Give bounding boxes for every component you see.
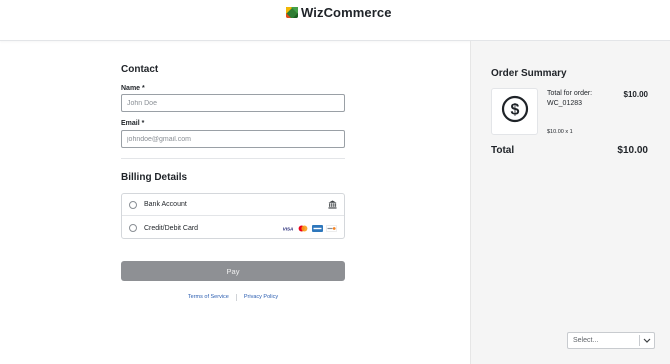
bank-icon xyxy=(328,196,337,214)
chevron-down-icon[interactable] xyxy=(640,333,654,348)
terms-of-service-link[interactable]: Terms of Service xyxy=(188,294,229,300)
name-input[interactable] xyxy=(121,94,345,112)
card-radio[interactable] xyxy=(129,224,137,232)
email-input[interactable] xyxy=(121,130,345,148)
order-item-price: $10.00 xyxy=(623,90,648,99)
total-label: Total xyxy=(491,145,515,156)
payment-option-card[interactable]: Credit/Debit Card VISA xyxy=(122,217,344,239)
billing-title: Billing Details xyxy=(121,172,188,183)
name-label: Name * xyxy=(121,85,145,92)
dollar-icon: $ xyxy=(501,95,529,128)
order-item-name-line2: WC_01283 xyxy=(547,100,583,107)
required-marker: * xyxy=(142,85,145,92)
footer-links: Terms of Service Privacy Policy xyxy=(121,293,345,301)
link-separator xyxy=(235,293,237,301)
bank-account-radio[interactable] xyxy=(129,200,137,209)
contact-title: Contact xyxy=(121,64,159,75)
order-item-quantity: $10.00 x 1 xyxy=(547,129,573,135)
visa-icon: VISA xyxy=(282,219,294,237)
order-item-image: $ xyxy=(491,88,538,135)
bank-account-label: Bank Account xyxy=(144,201,187,208)
card-label: Credit/Debit Card xyxy=(144,224,199,232)
mastercard-icon xyxy=(297,219,309,237)
name-label-text: Name xyxy=(121,85,141,92)
language-select-value: Select... xyxy=(573,337,599,344)
svg-text:VISA: VISA xyxy=(283,226,294,231)
total-value: $10.00 xyxy=(617,145,648,156)
order-summary-title: Order Summary xyxy=(491,68,567,79)
email-label-text: Email xyxy=(121,120,140,127)
email-label: Email * xyxy=(121,120,144,127)
pay-button[interactable]: Pay xyxy=(121,261,345,281)
discover-icon xyxy=(326,219,337,237)
amex-icon xyxy=(312,219,323,237)
payment-methods: Bank Account Credit/Debit Card VISA xyxy=(121,193,345,239)
header: WizCommerce xyxy=(0,0,670,41)
section-divider xyxy=(121,158,345,159)
language-select[interactable]: Select... xyxy=(567,332,655,349)
svg-text:$: $ xyxy=(510,102,519,119)
required-marker: * xyxy=(141,120,145,127)
brand[interactable]: WizCommerce xyxy=(286,4,392,20)
wizcommerce-logo-icon xyxy=(286,6,298,18)
brand-name: WizCommerce xyxy=(301,4,392,20)
payment-option-bank-account[interactable]: Bank Account xyxy=(122,194,344,216)
privacy-policy-link[interactable]: Privacy Policy xyxy=(244,294,278,300)
